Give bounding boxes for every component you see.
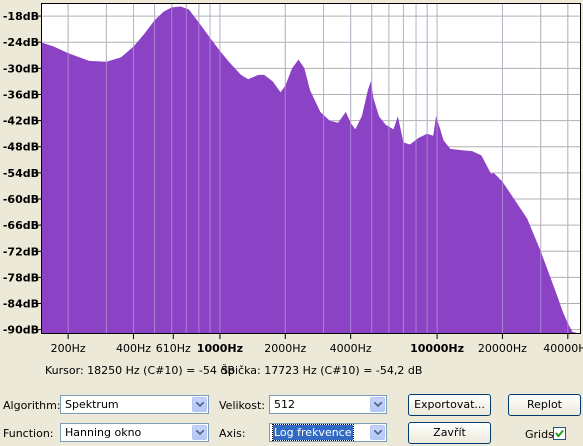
function-value: Hanning okno [65, 426, 142, 439]
status-line: Kursor: 18250 Hz (C#10) = -54 dB Špička:… [0, 363, 583, 379]
x-tick-label: 400Hz [116, 342, 151, 355]
x-tick-label: 40000Hz [543, 342, 583, 355]
close-button[interactable]: Zavřít [408, 422, 491, 444]
y-tick-label: -18dB [3, 10, 39, 23]
spectrum-chart: -18dB -24dB -30dB -36dB -42dB -48dB -54dB -60dB… [3, 3, 583, 355]
y-tick-label: -78dB [3, 271, 39, 284]
cursor-readout: Kursor: 18250 Hz (C#10) = -54 dB [45, 364, 235, 377]
algorithm-value: Spektrum [65, 398, 119, 411]
y-tick-label: -24dB [3, 36, 39, 49]
x-tick-label: 10000Hz [410, 342, 464, 355]
replot-button[interactable]: Replot [508, 394, 581, 416]
y-tick-label: -84dB [3, 298, 39, 311]
y-tick-label: -60dB [3, 193, 39, 206]
chevron-down-icon[interactable] [192, 425, 207, 440]
algorithm-label: Algorithm: [3, 399, 61, 412]
grids-checkbox[interactable] [553, 427, 566, 440]
x-tick-label: 4000Hz [330, 342, 372, 355]
y-tick-label: -36dB [3, 88, 39, 101]
chevron-down-icon[interactable] [370, 397, 385, 412]
x-tick-label: 200Hz [51, 342, 86, 355]
y-tick-label: -30dB [3, 62, 39, 75]
algorithm-select[interactable]: Spektrum [60, 395, 209, 414]
y-tick-label: -66dB [3, 219, 39, 232]
axis-value: Log frekvence [272, 424, 354, 441]
x-tick-label: 610Hz [156, 342, 191, 355]
axis-label: Axis: [219, 427, 246, 440]
chevron-down-icon[interactable] [370, 425, 385, 440]
x-tick-label: 2000Hz [264, 342, 306, 355]
checkmark-icon [555, 429, 564, 438]
y-tick-label: -48dB [3, 141, 39, 154]
size-select[interactable]: 512 [269, 395, 387, 414]
peak-readout: Špička: 17723 Hz (C#10) = -54,2 dB [221, 364, 423, 377]
x-tick-label: 1000Hz [197, 342, 243, 355]
spectrum-plot[interactable]: -18dB -24dB -30dB -36dB -42dB -48dB -54dB -60dB… [0, 0, 583, 360]
function-label: Function: [3, 427, 54, 440]
axis-select[interactable]: Log frekvence [269, 423, 387, 442]
y-tick-label: -72dB [3, 245, 39, 258]
size-value: 512 [274, 398, 295, 411]
export-button[interactable]: Exportovat... [408, 394, 491, 416]
grids-label: Grids [525, 428, 554, 441]
size-label: Velikost: [219, 399, 266, 412]
y-tick-label: -42dB [3, 115, 39, 128]
y-tick-label: -54dB [3, 167, 39, 180]
function-select[interactable]: Hanning okno [60, 423, 209, 442]
x-tick-label: 20000Hz [478, 342, 527, 355]
chevron-down-icon[interactable] [192, 397, 207, 412]
y-tick-label: -90dB [3, 324, 39, 337]
